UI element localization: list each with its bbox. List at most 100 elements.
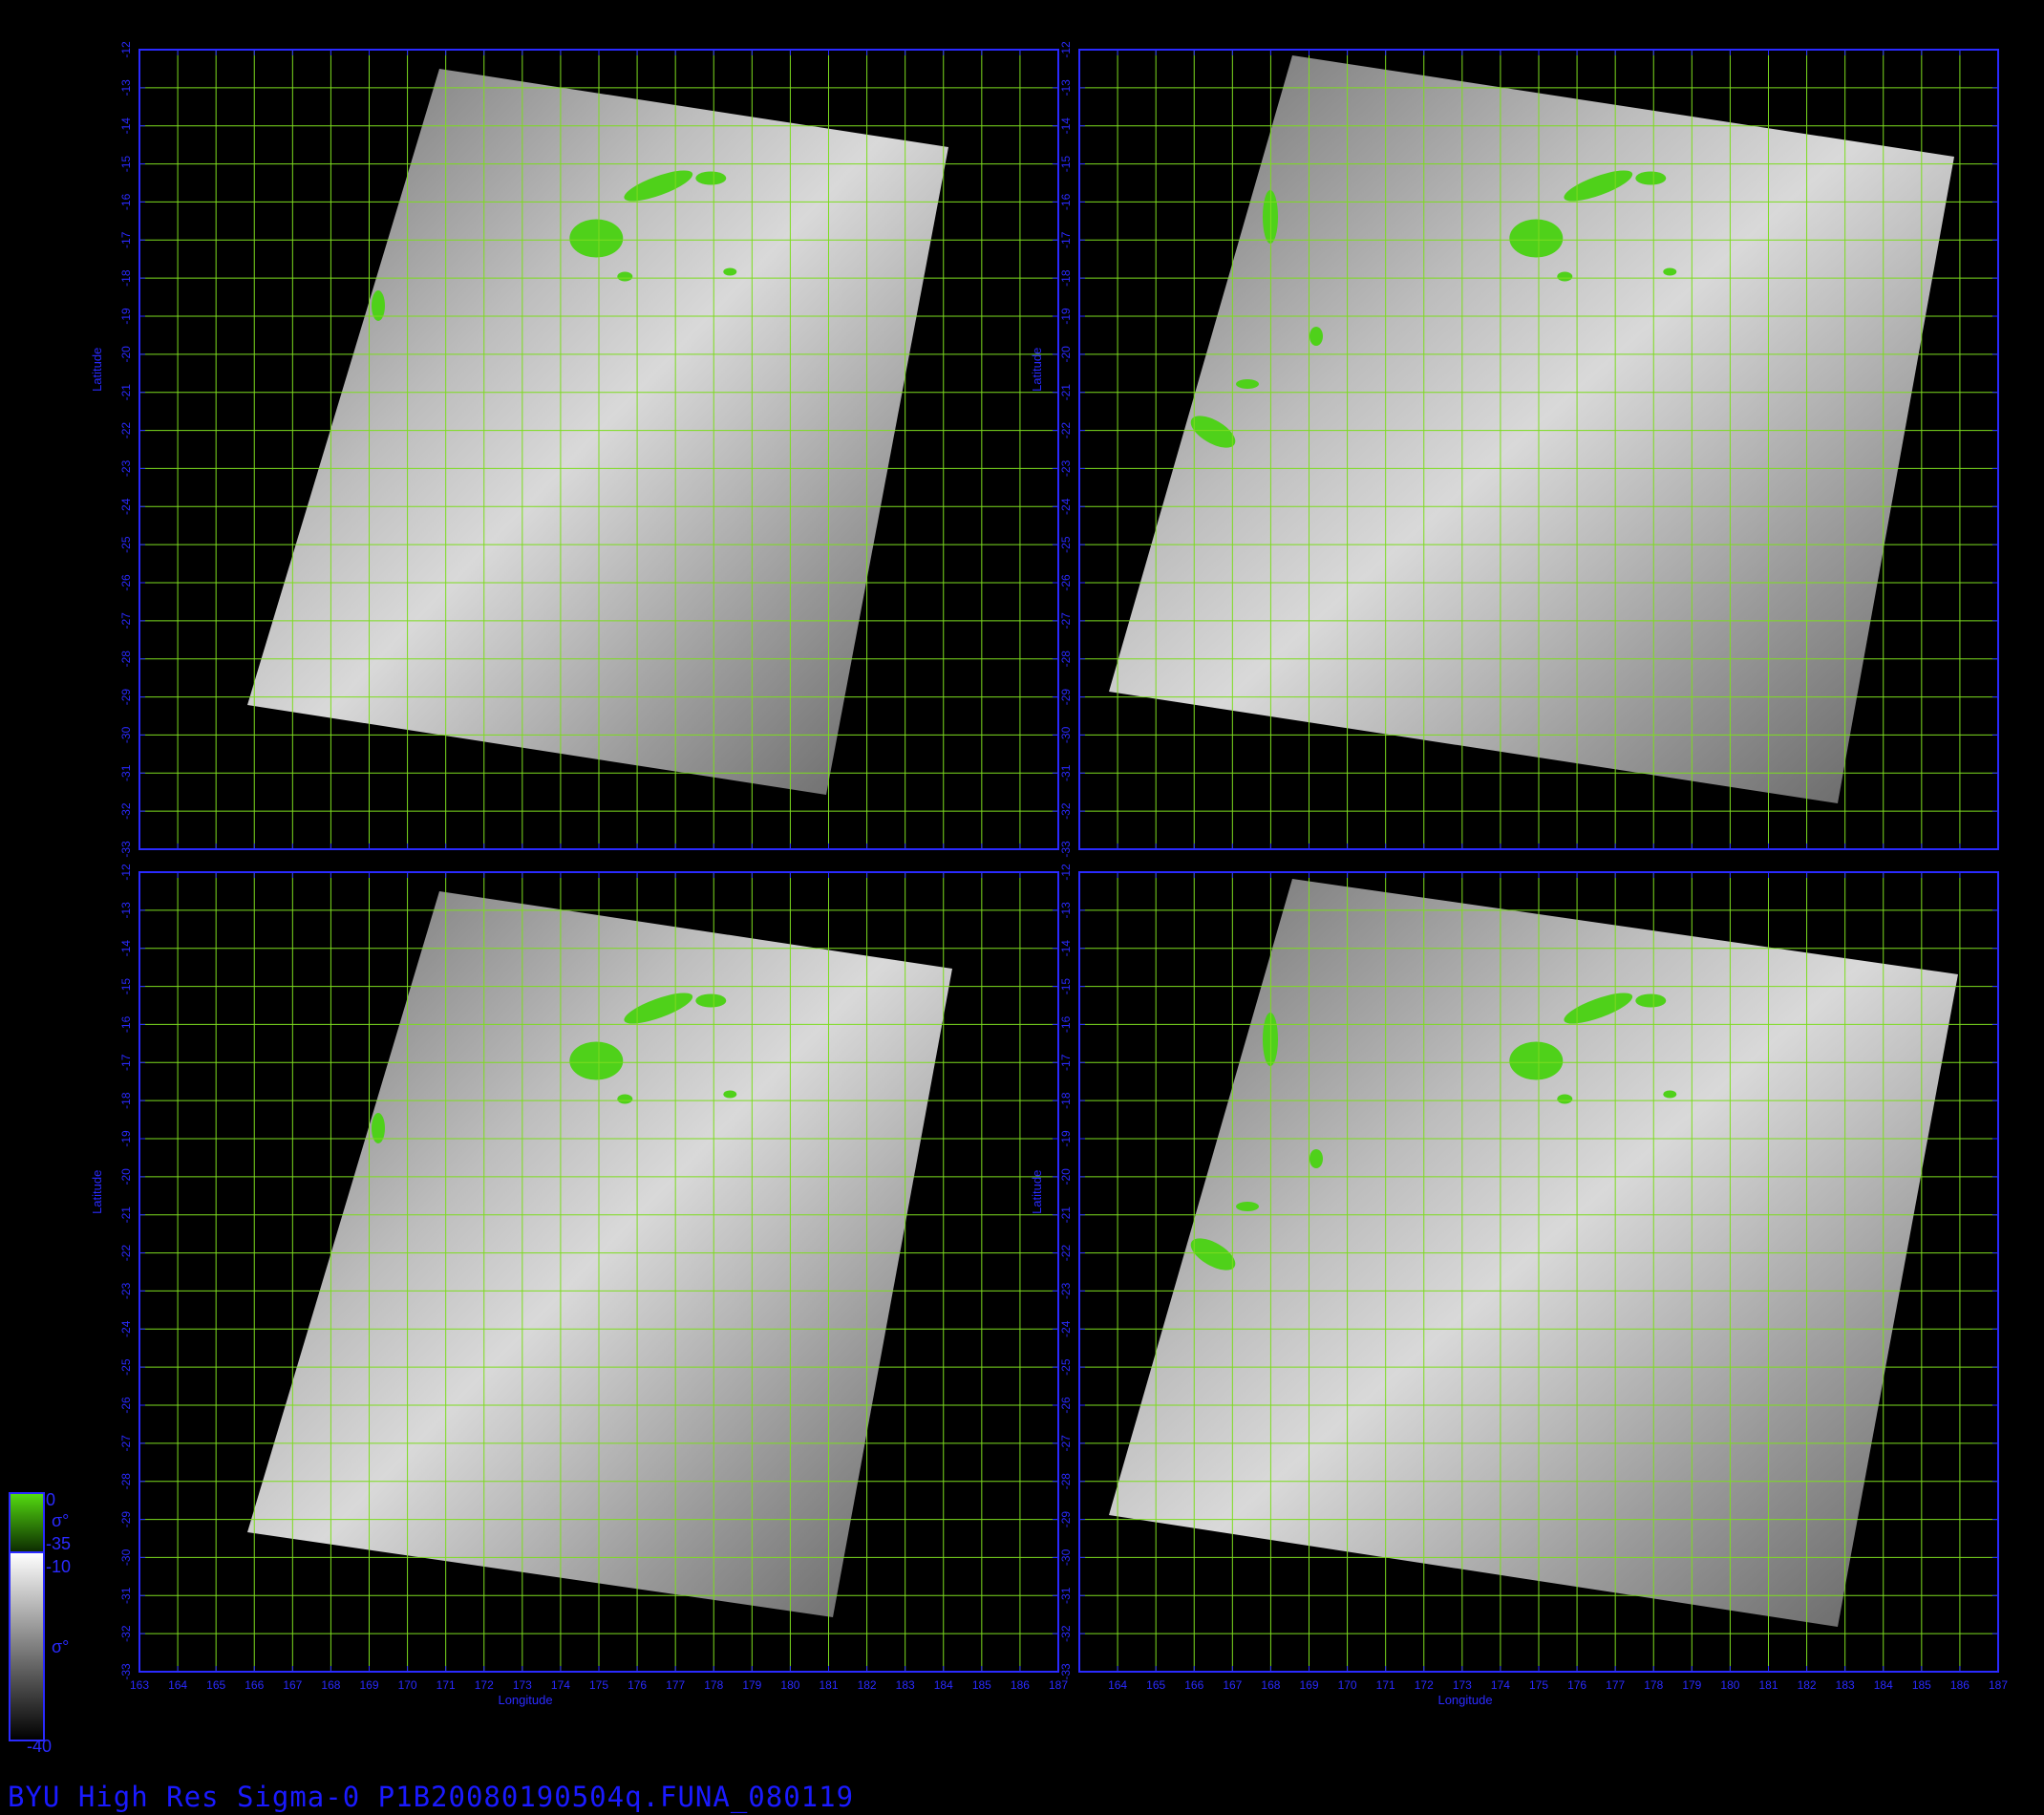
x-tick-label: 175 <box>589 1678 608 1692</box>
y-tick-label: -28 <box>119 651 133 668</box>
y-tick-label: -25 <box>1059 1358 1073 1376</box>
y-tick-label: -23 <box>1059 459 1073 477</box>
y-tick-label: -26 <box>119 574 133 591</box>
x-tick-label: 186 <box>1011 1678 1030 1692</box>
x-tick-label: 169 <box>1299 1678 1318 1692</box>
map-panel-bottom-left: -12 -13 -14 -15 -16 -17 -18 -19 -20 -21 -22 -23 -24 -… <box>90 864 1068 1707</box>
y-tick-label: -12 <box>119 864 133 881</box>
x-tick-label: 167 <box>283 1678 302 1692</box>
y-tick-label: -23 <box>119 459 133 477</box>
sigma0-map-figure: -12 -13 -14 -15 -16 -17 -18 -19 -20 -21 -22 -23 -24 -… <box>9 41 2008 1756</box>
x-tick-label: 165 <box>206 1678 225 1692</box>
y-tick-label: -14 <box>1059 117 1073 135</box>
y-tick-label: -30 <box>1059 726 1073 743</box>
y-tick-label: -13 <box>1059 79 1073 96</box>
x-tick-label: 169 <box>359 1678 378 1692</box>
y-tick-label: -23 <box>1059 1282 1073 1299</box>
y-axis-label: Latitude <box>90 1170 104 1214</box>
y-tick-label: -12 <box>1059 41 1073 58</box>
y-tick-label: -29 <box>1059 1511 1073 1528</box>
y-tick-label: -28 <box>1059 1473 1073 1490</box>
x-tick-label: 186 <box>1950 1678 1969 1692</box>
y-tick-label: -12 <box>119 41 133 58</box>
x-tick-label: 176 <box>628 1678 647 1692</box>
y-tick-label: -26 <box>119 1397 133 1414</box>
x-tick-label: 179 <box>1682 1678 1701 1692</box>
y-tick-label: -32 <box>1059 1625 1073 1642</box>
y-tick-label: -26 <box>1059 574 1073 591</box>
y-tick-label: -27 <box>119 1435 133 1452</box>
y-tick-label: -18 <box>119 1092 133 1109</box>
y-tick-label: -16 <box>119 193 133 210</box>
x-tick-label: 177 <box>1606 1678 1625 1692</box>
y-tick-label: -28 <box>119 1473 133 1490</box>
y-tick-label: -20 <box>1059 1168 1073 1185</box>
y-tick-label: -16 <box>1059 1015 1073 1033</box>
y-tick-label: -30 <box>119 1548 133 1566</box>
x-tick-label: 185 <box>972 1678 991 1692</box>
swath-image <box>247 69 948 795</box>
x-tick-label: 164 <box>168 1678 187 1692</box>
y-tick-label: -21 <box>1059 384 1073 401</box>
x-tick-label: 168 <box>1261 1678 1280 1692</box>
y-tick-label: -23 <box>119 1282 133 1299</box>
y-tick-label: -24 <box>119 498 133 515</box>
y-tick-label: -33 <box>1059 841 1073 858</box>
x-tick-label: 187 <box>1989 1678 2008 1692</box>
y-tick-label: -15 <box>1059 156 1073 173</box>
y-tick-label: -17 <box>1059 1054 1073 1071</box>
y-tick-label: -19 <box>119 1130 133 1147</box>
x-tick-label: 178 <box>704 1678 723 1692</box>
y-tick-label: -20 <box>1059 346 1073 363</box>
y-tick-label: -12 <box>1059 864 1073 881</box>
y-tick-label: -29 <box>119 689 133 706</box>
y-tick-label: -13 <box>119 902 133 919</box>
y-tick-label: -16 <box>119 1015 133 1033</box>
y-tick-label: -13 <box>119 79 133 96</box>
x-tick-label: 168 <box>321 1678 340 1692</box>
y-tick-label: -20 <box>119 346 133 363</box>
y-tick-label: -19 <box>119 308 133 325</box>
y-tick-label: -32 <box>1059 802 1073 820</box>
y-tick-label: -22 <box>119 422 133 439</box>
y-tick-label: -19 <box>1059 308 1073 325</box>
y-tick-label: -16 <box>1059 193 1073 210</box>
y-tick-label: -14 <box>119 117 133 135</box>
y-tick-label: -18 <box>119 269 133 287</box>
x-tick-label: 171 <box>1376 1678 1395 1692</box>
x-tick-label: 180 <box>1720 1678 1739 1692</box>
y-tick-label: -31 <box>1059 1587 1073 1604</box>
x-tick-label: 170 <box>1338 1678 1357 1692</box>
y-tick-label: -30 <box>1059 1548 1073 1566</box>
figure-title: BYU High Res Sigma-0 P1B20080190504q.FUN… <box>8 1781 855 1813</box>
x-tick-label: 185 <box>1912 1678 1931 1692</box>
y-tick-label: -15 <box>1059 978 1073 995</box>
x-tick-label: 182 <box>858 1678 877 1692</box>
y-tick-label: -26 <box>1059 1397 1073 1414</box>
x-tick-label: 166 <box>1184 1678 1203 1692</box>
y-tick-label: -29 <box>1059 689 1073 706</box>
map-panel-top-left: -12 -13 -14 -15 -16 -17 -18 -19 -20 -21 -22 -23 -24 -… <box>90 41 1059 858</box>
y-tick-label: -33 <box>1059 1663 1073 1680</box>
colorbar-land-symbol: σ° <box>52 1511 69 1530</box>
x-tick-label: 176 <box>1567 1678 1586 1692</box>
y-tick-label: -31 <box>119 764 133 781</box>
x-tick-label: 167 <box>1223 1678 1242 1692</box>
x-tick-label: 179 <box>742 1678 761 1692</box>
y-tick-label: -32 <box>119 1625 133 1642</box>
map-panel-bottom-right: -12 -13 -14 -15 -16 -17 -18 -19 -20 -21 -22 -23 -24 -… <box>1030 864 2008 1707</box>
x-tick-label: 183 <box>896 1678 915 1692</box>
y-tick-label: -25 <box>119 1358 133 1376</box>
y-tick-label: -14 <box>119 940 133 957</box>
colorbar-land-max: 0 <box>46 1490 55 1509</box>
colorbar: 0 σ° -35 -10 σ° -40 <box>9 1490 71 1756</box>
y-tick-label: -15 <box>119 978 133 995</box>
x-tick-label: 164 <box>1108 1678 1127 1692</box>
y-tick-label: -21 <box>1059 1206 1073 1224</box>
x-tick-label: 163 <box>130 1678 149 1692</box>
y-tick-label: -24 <box>119 1320 133 1337</box>
x-tick-label: 181 <box>1758 1678 1778 1692</box>
y-tick-label: -22 <box>119 1245 133 1262</box>
y-tick-label: -18 <box>1059 269 1073 287</box>
x-tick-label: 178 <box>1644 1678 1663 1692</box>
